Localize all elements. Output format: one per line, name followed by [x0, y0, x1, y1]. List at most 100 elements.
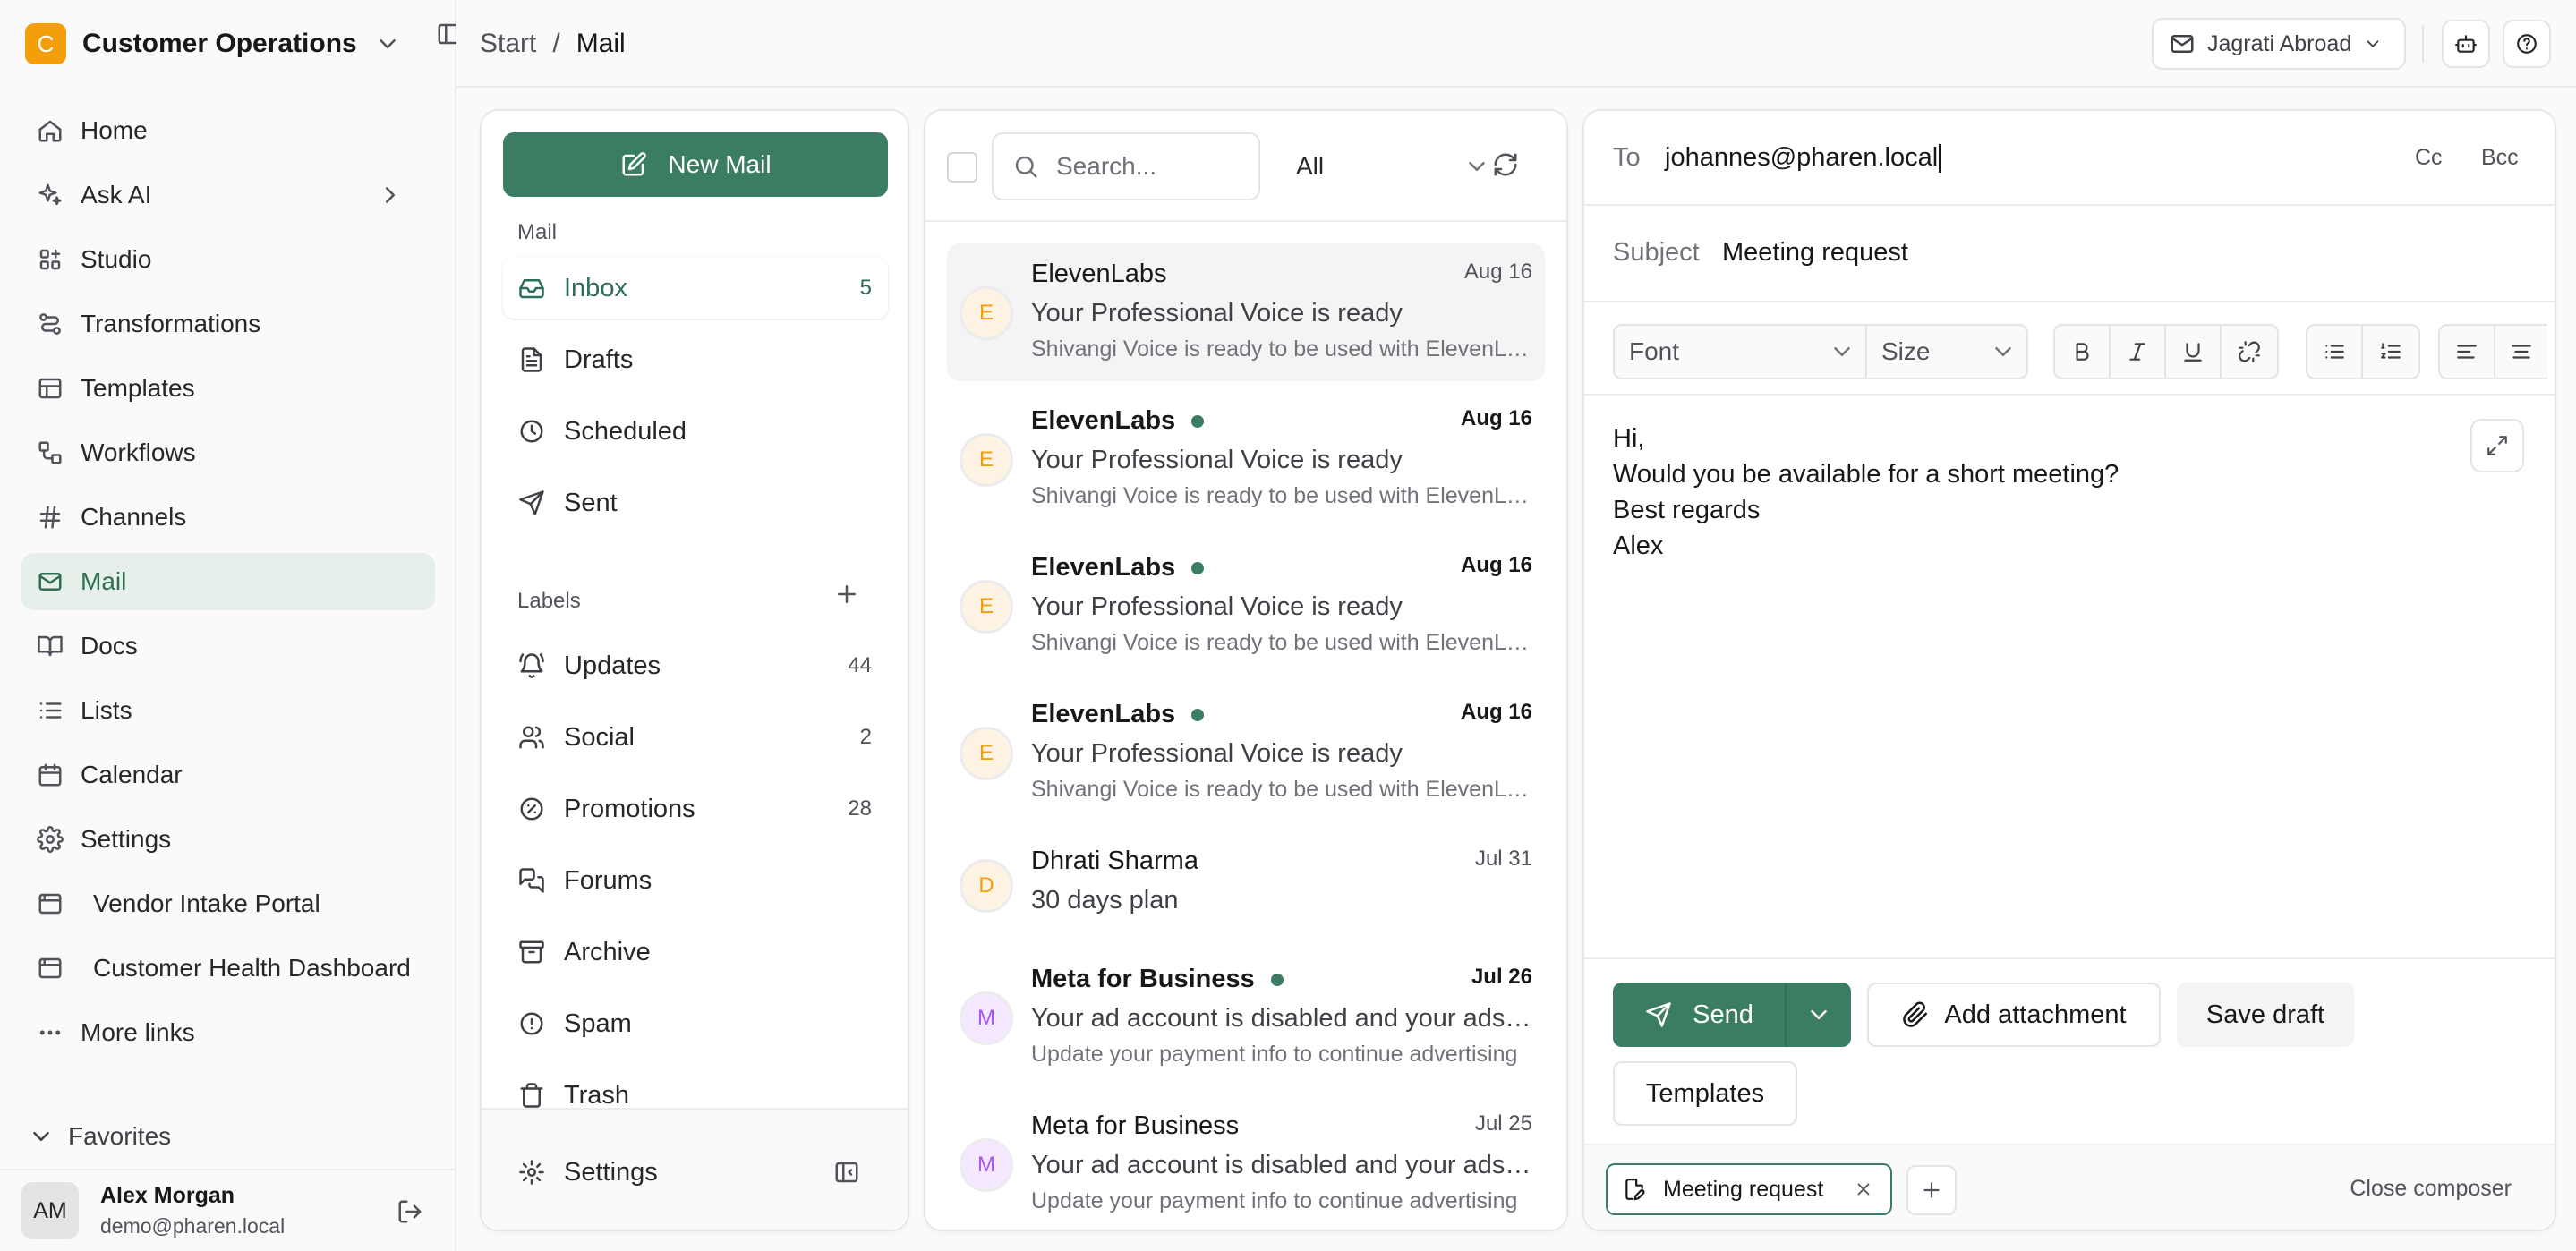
mail-sender: Meta for Business: [1031, 1111, 1240, 1140]
sidebar-item-label: Ask AI: [81, 181, 152, 208]
close-icon[interactable]: [1849, 1175, 1878, 1204]
logout-icon[interactable]: [396, 1197, 424, 1226]
to-field[interactable]: johannes@pharen.local: [1665, 143, 1941, 174]
close-composer-button[interactable]: Close composer: [2350, 1176, 2512, 1202]
bcc-button[interactable]: Bcc: [2481, 145, 2519, 171]
sidebar-item-docs[interactable]: Docs: [21, 617, 435, 675]
mail-icon: [2168, 30, 2196, 58]
folder-scheduled[interactable]: Scheduled: [503, 401, 888, 462]
folder-spam[interactable]: Spam: [503, 993, 888, 1054]
select-all-checkbox[interactable]: [947, 152, 977, 183]
sender-avatar: M: [960, 1138, 1013, 1192]
sidebar-item-transformations[interactable]: Transformations: [21, 295, 435, 353]
favorites-section-toggle[interactable]: Favorites: [27, 1122, 171, 1151]
help-button[interactable]: [2503, 20, 2551, 68]
breadcrumb-start[interactable]: Start: [480, 29, 536, 59]
new-draft-tab-button[interactable]: [1906, 1165, 1957, 1215]
unlink-button[interactable]: [2222, 326, 2277, 378]
search-input[interactable]: Search...: [992, 132, 1260, 200]
sidebar-item-customer-health-dashboard[interactable]: Customer Health Dashboard: [21, 940, 435, 997]
templates-button[interactable]: Templates: [1613, 1061, 1797, 1126]
sidebar-item-home[interactable]: Home: [21, 102, 435, 159]
folder-forums[interactable]: Forums: [503, 850, 888, 911]
folders-panel: New Mail Mail Inbox 5 Drafts Scheduled S…: [480, 109, 909, 1231]
expand-editor-button[interactable]: [2470, 419, 2524, 472]
folder-archive[interactable]: Archive: [503, 922, 888, 983]
trash-icon: [517, 1081, 546, 1110]
sidebar-item-workflows[interactable]: Workflows: [21, 424, 435, 481]
draft-tab[interactable]: Meeting request: [1606, 1163, 1892, 1215]
mail-body-editor[interactable]: Hi, Would you be available for a short m…: [1613, 421, 2119, 564]
file-edit-icon: [1620, 1175, 1649, 1204]
collapse-panel-icon[interactable]: [832, 1158, 861, 1187]
workflow-icon: [36, 438, 64, 467]
sidebar-item-studio[interactable]: Studio: [21, 231, 435, 288]
folder-drafts[interactable]: Drafts: [503, 329, 888, 390]
align-left-button[interactable]: [2440, 326, 2495, 378]
numbered-list-icon: [2376, 337, 2405, 366]
folder-label: Promotions: [564, 794, 695, 823]
folder-promotions[interactable]: Promotions 28: [503, 779, 888, 839]
mail-list-item[interactable]: M Meta for Business Jul 26 Your ad accou…: [947, 949, 1545, 1086]
mail-list-item[interactable]: E ElevenLabs Aug 16 Your Professional Vo…: [947, 684, 1545, 821]
italic-button[interactable]: [2111, 326, 2166, 378]
file-text-icon: [517, 345, 546, 374]
sidebar-item-label: Transformations: [81, 310, 261, 337]
to-row: To johannes@pharen.local Cc Bcc: [1584, 111, 2555, 206]
send-options-button[interactable]: [1787, 983, 1851, 1047]
font-select[interactable]: Font: [1613, 324, 1867, 379]
mail-list-item[interactable]: D Dhrati Sharma Jul 31 30 days plan: [947, 830, 1545, 941]
refresh-icon[interactable]: [1491, 150, 1520, 179]
search-icon: [1011, 152, 1040, 181]
bullet-list-button[interactable]: [2307, 326, 2363, 378]
mail-date: Jul 25: [1474, 1111, 1532, 1136]
sidebar-item-lists[interactable]: Lists: [21, 682, 435, 739]
numbered-list-button[interactable]: [2363, 326, 2418, 378]
archive-icon: [517, 938, 546, 966]
mail-date: Jul 31: [1474, 847, 1532, 871]
more-horizontal-icon: [36, 1018, 64, 1047]
align-center-button[interactable]: [2495, 326, 2547, 378]
format-toolbar: Font Size: [1584, 302, 2555, 396]
mail-account-selector[interactable]: Jagrati Abroad: [2152, 18, 2406, 70]
folder-sent[interactable]: Sent: [503, 472, 888, 533]
send-button[interactable]: Send: [1613, 983, 1787, 1047]
mail-settings-button[interactable]: Settings: [503, 1142, 888, 1203]
folder-social[interactable]: Social 2: [503, 707, 888, 768]
user-profile: AM Alex Morgan demo@pharen.local: [0, 1169, 455, 1251]
mail-list-item[interactable]: M Meta for Business Jul 25 Your ad accou…: [947, 1095, 1545, 1230]
sidebar-item-templates[interactable]: Templates: [21, 360, 435, 417]
subject-field[interactable]: Meeting request: [1722, 238, 1908, 268]
folder-inbox[interactable]: Inbox 5: [503, 258, 888, 319]
sidebar-item-calendar[interactable]: Calendar: [21, 746, 435, 804]
bot-icon: [2452, 30, 2480, 58]
mail-date: Aug 16: [1460, 406, 1532, 430]
folder-updates[interactable]: Updates 44: [503, 635, 888, 696]
sidebar-item-channels[interactable]: Channels: [21, 489, 435, 546]
book-open-icon: [36, 632, 64, 660]
bold-button[interactable]: [2055, 326, 2111, 378]
add-attachment-button[interactable]: Add attachment: [1867, 983, 2161, 1047]
mail-filter-select[interactable]: All: [1278, 132, 1497, 200]
underline-button[interactable]: [2166, 326, 2222, 378]
workspace-switcher[interactable]: C Customer Operations: [25, 23, 461, 64]
save-draft-button[interactable]: Save draft: [2177, 983, 2354, 1047]
add-label-icon[interactable]: [832, 580, 861, 608]
font-value: Font: [1629, 337, 1680, 365]
mail-list-item[interactable]: E ElevenLabs Aug 16 Your Professional Vo…: [947, 390, 1545, 528]
cc-button[interactable]: Cc: [2415, 145, 2443, 171]
chevron-down-icon: [27, 1122, 55, 1151]
sidebar-item-mail[interactable]: Mail: [21, 553, 435, 610]
sidebar-item-vendor-intake-portal[interactable]: Vendor Intake Portal: [21, 875, 435, 932]
unread-count: 2: [859, 725, 872, 749]
sidebar-item-more-links[interactable]: More links: [21, 1004, 435, 1061]
avatar[interactable]: AM: [21, 1182, 79, 1239]
sidebar-item-settings[interactable]: Settings: [21, 811, 435, 868]
underline-icon: [2179, 337, 2207, 366]
mail-list-item[interactable]: E ElevenLabs Aug 16 Your Professional Vo…: [947, 537, 1545, 675]
sidebar-item-ask-ai[interactable]: Ask AI: [21, 166, 435, 224]
mail-list-item[interactable]: E ElevenLabs Aug 16 Your Professional Vo…: [947, 243, 1545, 381]
new-mail-button[interactable]: New Mail: [503, 132, 888, 197]
size-select[interactable]: Size: [1865, 324, 2028, 379]
ai-assistant-button[interactable]: [2442, 20, 2490, 68]
